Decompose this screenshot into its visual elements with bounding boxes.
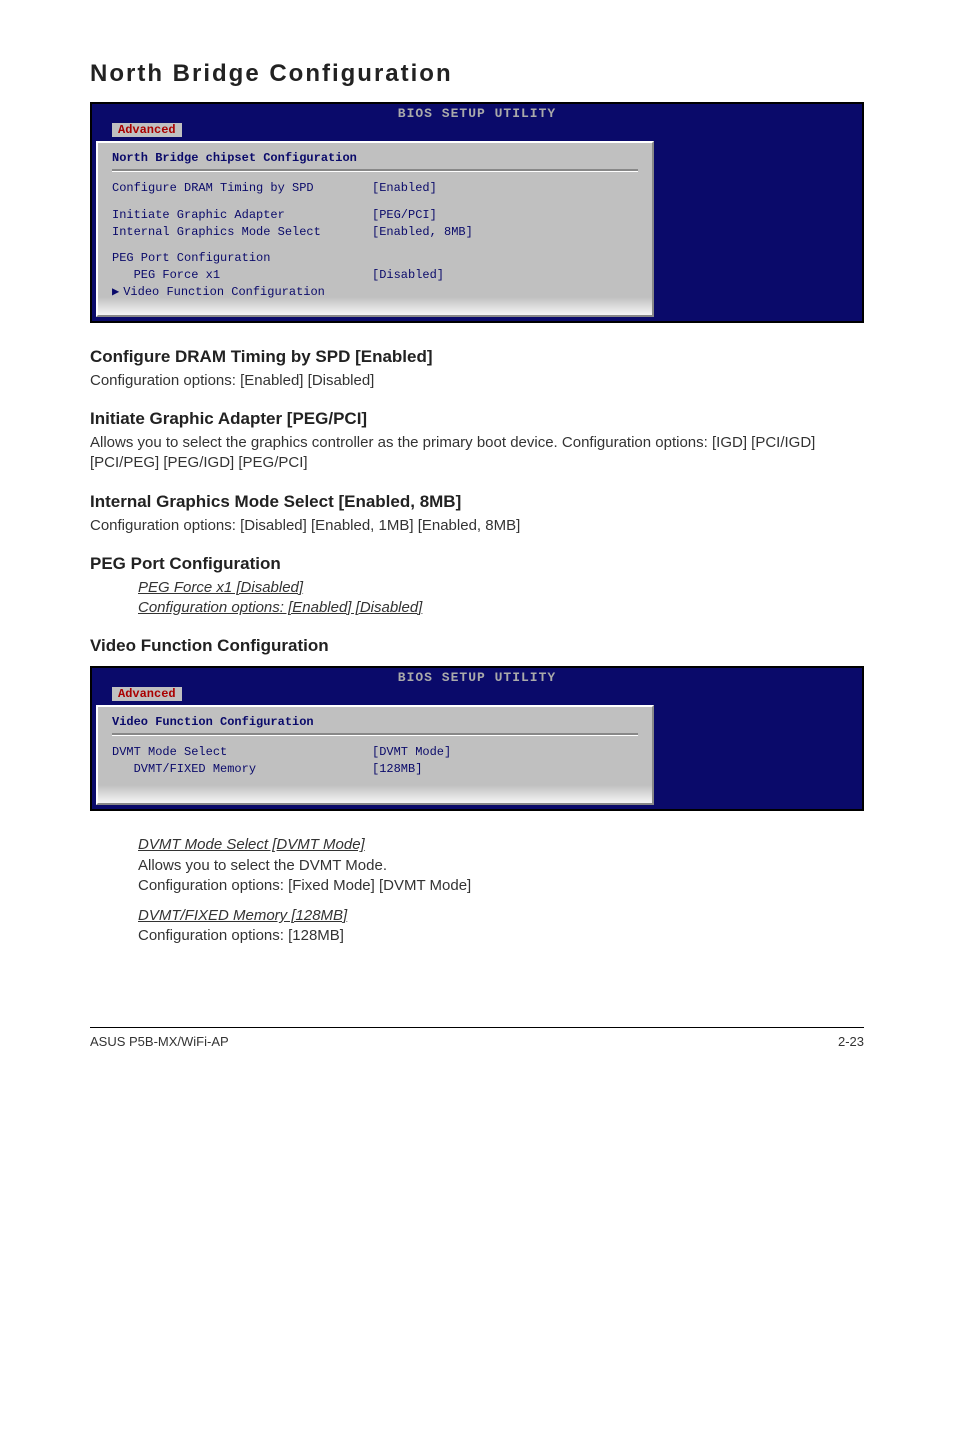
bios-label: PEG Force x1 (112, 267, 372, 284)
bios-label: DVMT/FIXED Memory (112, 761, 372, 778)
bios-value: [PEG/PCI] (372, 207, 638, 224)
italic-underline-text: DVMT/FIXED Memory [128MB] (138, 906, 864, 926)
bios-label: PEG Port Configuration (112, 250, 372, 267)
bios-value: [128MB] (372, 761, 638, 778)
bios-value: [Disabled] (372, 267, 638, 284)
bios-value: [Enabled, 8MB] (372, 224, 638, 241)
bios-value: [DVMT Mode] (372, 744, 638, 761)
bios-header: BIOS SETUP UTILITY (92, 668, 862, 687)
body-text: Configuration options: [128MB] (138, 926, 864, 946)
bios-screenshot-video-function: BIOS SETUP UTILITY Advanced Video Functi… (90, 666, 864, 811)
bios-label: DVMT Mode Select (112, 744, 372, 761)
bios-label: Internal Graphics Mode Select (112, 224, 372, 241)
page-title: North Bridge Configuration (90, 60, 864, 88)
bios-section-title: North Bridge chipset Configuration (112, 151, 638, 165)
body-text: Configuration options: [Disabled] [Enabl… (90, 516, 864, 536)
bios-row: PEG Port Configuration (112, 250, 638, 267)
bios-row: Configure DRAM Timing by SPD [Enabled] (112, 180, 638, 197)
section-heading: Configure DRAM Timing by SPD [Enabled] (90, 347, 864, 367)
bios-right-panel (658, 705, 858, 805)
italic-underline-text: Configuration options: [Enabled] [Disabl… (138, 598, 864, 618)
section-heading: Initiate Graphic Adapter [PEG/PCI] (90, 409, 864, 429)
bios-tab-row: Advanced (92, 123, 862, 141)
italic-underline-text: DVMT Mode Select [DVMT Mode] (138, 835, 864, 855)
section-heading: PEG Port Configuration (90, 554, 864, 574)
bios-screenshot-north-bridge: BIOS SETUP UTILITY Advanced North Bridge… (90, 102, 864, 323)
bios-tab-row: Advanced (92, 687, 862, 705)
bios-label: Initiate Graphic Adapter (112, 207, 372, 224)
divider (112, 733, 638, 736)
bios-label: Video Function Configuration (123, 284, 371, 301)
body-text: Allows you to select the graphics contro… (90, 433, 864, 474)
page-footer: ASUS P5B-MX/WiFi-AP 2-23 (90, 1027, 864, 1049)
bios-header: BIOS SETUP UTILITY (92, 104, 862, 123)
bios-row: PEG Force x1 [Disabled] (112, 267, 638, 284)
bios-label: Configure DRAM Timing by SPD (112, 180, 372, 197)
section-heading: Internal Graphics Mode Select [Enabled, … (90, 492, 864, 512)
bios-row: ▶ Video Function Configuration (112, 284, 638, 301)
bios-row: Internal Graphics Mode Select [Enabled, … (112, 224, 638, 241)
triangle-right-icon: ▶ (112, 284, 119, 301)
bios-section-title: Video Function Configuration (112, 715, 638, 729)
body-line: Configuration options: [Fixed Mode] [DVM… (138, 877, 471, 894)
italic-underline-text: PEG Force x1 [Disabled] (138, 578, 864, 598)
bios-tab-advanced: Advanced (112, 687, 182, 701)
body-text: Allows you to select the DVMT Mode. Conf… (138, 856, 864, 897)
section-heading: Video Function Configuration (90, 636, 864, 656)
bios-right-panel (658, 141, 858, 317)
bios-value: [Enabled] (372, 180, 638, 197)
bios-row: Initiate Graphic Adapter [PEG/PCI] (112, 207, 638, 224)
footer-left: ASUS P5B-MX/WiFi-AP (90, 1034, 229, 1049)
bios-tab-advanced: Advanced (112, 123, 182, 137)
bios-left-panel: Video Function Configuration DVMT Mode S… (96, 705, 654, 805)
bios-left-panel: North Bridge chipset Configuration Confi… (96, 141, 654, 317)
bios-row: DVMT Mode Select [DVMT Mode] (112, 744, 638, 761)
divider (112, 169, 638, 172)
footer-right: 2-23 (838, 1034, 864, 1049)
body-text: Configuration options: [Enabled] [Disabl… (90, 371, 864, 391)
bios-row: DVMT/FIXED Memory [128MB] (112, 761, 638, 778)
body-line: Allows you to select the DVMT Mode. (138, 857, 387, 874)
